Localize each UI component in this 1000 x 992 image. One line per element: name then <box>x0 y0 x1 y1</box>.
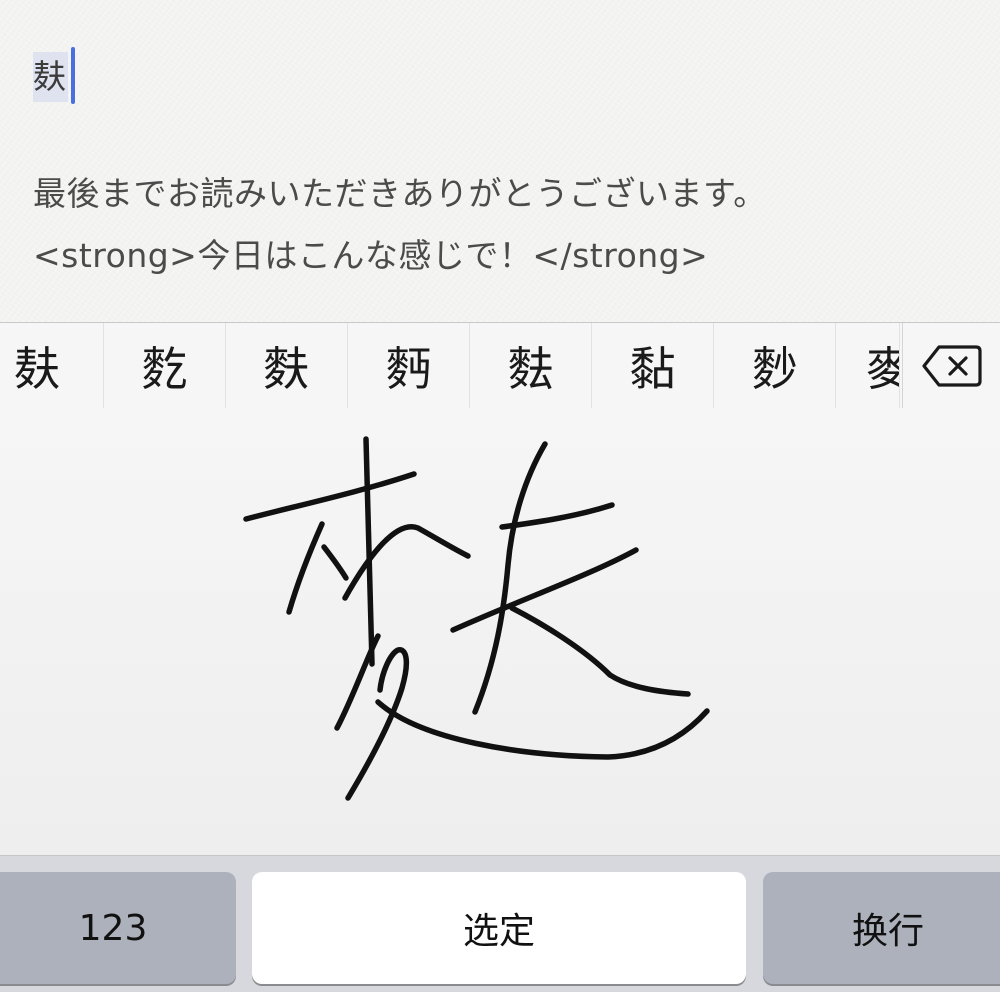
text-editor[interactable]: 麸 最後までお読みいただきありがとうございます。 <strong>今日はこんな感… <box>0 0 1000 322</box>
stroke-11 <box>509 605 691 697</box>
candidate-5[interactable]: 麮 <box>470 323 592 408</box>
handwriting-pad[interactable] <box>0 408 1000 856</box>
text-caret <box>71 47 75 104</box>
enter-key[interactable]: 换行 <box>763 872 1000 984</box>
backspace-icon <box>921 345 982 387</box>
candidate-6[interactable]: 黏 <box>592 323 714 408</box>
keyboard-bottom-row: 123 选定 换行 <box>0 856 1000 992</box>
stroke-12 <box>375 699 710 760</box>
composing-text: 麸 <box>33 52 68 102</box>
stroke-7 <box>345 647 410 801</box>
candidate-7[interactable]: 麨 <box>714 323 836 408</box>
stroke-5 <box>342 524 471 601</box>
candidate-bar: 麸 麧 麩 麪 麮 黏 麨 麥 <box>0 322 1000 408</box>
text-line-2: <strong>今日はこんな感じで！</strong> <box>33 236 709 275</box>
candidate-2[interactable]: 麧 <box>104 323 226 408</box>
candidate-1[interactable]: 麸 <box>0 323 104 408</box>
select-key[interactable]: 选定 <box>252 872 746 984</box>
candidate-4[interactable]: 麪 <box>348 323 470 408</box>
stroke-2 <box>363 436 375 667</box>
handwritten-strokes <box>243 436 710 801</box>
stroke-9 <box>472 441 548 715</box>
backspace-button[interactable] <box>902 323 1000 408</box>
stroke-3 <box>286 521 325 615</box>
candidate-3[interactable]: 麩 <box>226 323 348 408</box>
stroke-1 <box>243 471 417 522</box>
stroke-4 <box>321 544 349 581</box>
stroke-10 <box>450 547 639 633</box>
candidate-8[interactable]: 麥 <box>836 323 900 408</box>
handwriting-input-screen: 麸 最後までお読みいただきありがとうございます。 <strong>今日はこんな感… <box>0 0 1000 992</box>
text-line-1: 最後までお読みいただきありがとうございます。 <box>33 174 767 213</box>
stroke-6 <box>334 633 381 731</box>
numbers-key[interactable]: 123 <box>0 872 236 984</box>
